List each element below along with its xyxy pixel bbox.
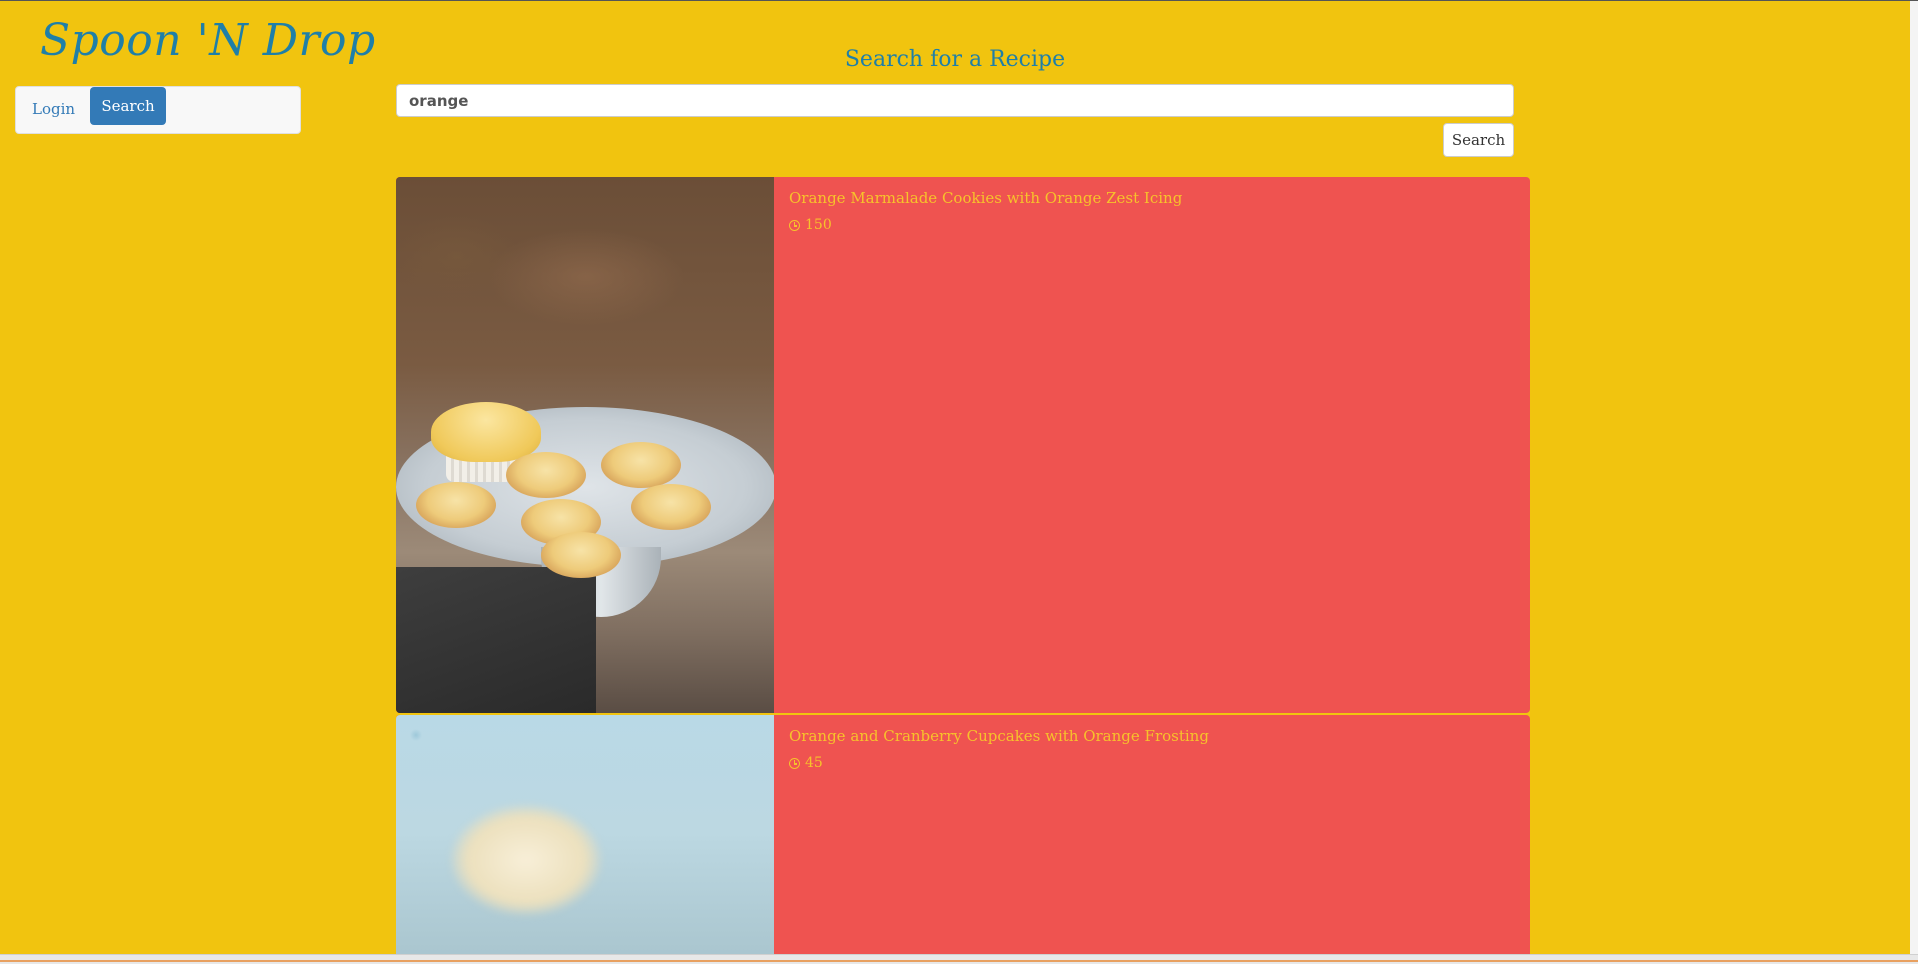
result-card[interactable]: Orange Marmalade Cookies with Orange Zes… [396,177,1530,713]
nav-login-link[interactable]: Login [32,98,75,120]
card-body: Orange Marmalade Cookies with Orange Zes… [774,177,1530,713]
cookie-shape [541,532,621,578]
recipe-title[interactable]: Orange Marmalade Cookies with Orange Zes… [789,189,1515,207]
horizontal-scrollbar[interactable] [0,954,1918,964]
recipe-time-value: 45 [805,755,823,771]
recipe-time: 45 [789,755,1515,771]
cookie-shape [506,452,586,498]
vertical-scrollbar[interactable] [1910,1,1918,954]
recipe-image[interactable] [396,177,774,713]
nav-panel: Login Search [15,86,301,134]
card-body: Orange and Cranberry Cupcakes with Orang… [774,715,1530,964]
cookie-shape [601,442,681,488]
page-title: Search for a Recipe [844,47,1066,72]
cookie-shape [416,482,496,528]
napkin-shape [396,567,596,713]
nav-search-button[interactable]: Search [90,87,166,125]
cupcake-top-shape [431,402,541,462]
frosting-shape [451,805,601,915]
recipe-image[interactable] [396,715,774,964]
result-card[interactable]: Orange and Cranberry Cupcakes with Orang… [396,715,1530,964]
recipe-time: 150 [789,217,1515,233]
page: Spoon 'N Drop Login Search Search for a … [0,0,1918,964]
clock-icon [789,757,800,769]
recipe-title[interactable]: Orange and Cranberry Cupcakes with Orang… [789,727,1515,745]
results-list: Orange Marmalade Cookies with Orange Zes… [396,177,1530,964]
clock-icon [789,219,800,231]
brand-logo[interactable]: Spoon 'N Drop [40,15,376,66]
search-input[interactable] [396,84,1514,117]
recipe-time-value: 150 [805,217,832,233]
cookie-shape [631,484,711,530]
search-button[interactable]: Search [1443,123,1514,157]
